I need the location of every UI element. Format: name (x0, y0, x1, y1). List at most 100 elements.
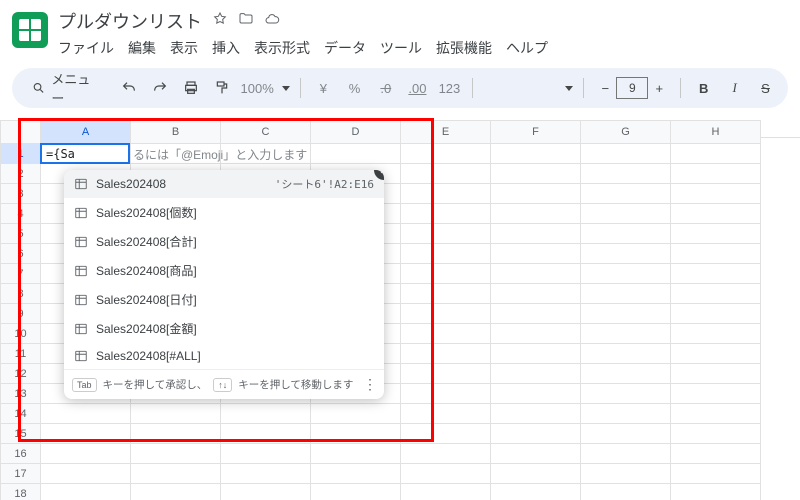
font-size-decrease[interactable]: − (594, 77, 616, 99)
cell-D15[interactable] (311, 424, 401, 444)
row-header-6[interactable]: 6 (1, 244, 41, 264)
cell-G11[interactable] (581, 344, 671, 364)
cell-F10[interactable] (491, 324, 581, 344)
sheets-app-icon[interactable] (12, 12, 48, 48)
col-header-F[interactable]: F (491, 121, 581, 144)
star-icon[interactable] (212, 11, 228, 31)
cell-F16[interactable] (491, 444, 581, 464)
cloud-status-icon[interactable] (264, 11, 280, 31)
cell-A16[interactable] (41, 444, 131, 464)
cell-D18[interactable] (311, 484, 401, 500)
cell-F2[interactable] (491, 164, 581, 184)
cell-E4[interactable] (401, 204, 491, 224)
autocomplete-item[interactable]: Sales202408[金額] (64, 314, 384, 343)
move-icon[interactable] (238, 11, 254, 31)
undo-button[interactable] (117, 75, 142, 101)
cell-G8[interactable] (581, 284, 671, 304)
col-header-C[interactable]: C (221, 121, 311, 144)
cell-E9[interactable] (401, 304, 491, 324)
cell-B14[interactable] (131, 404, 221, 424)
cell-G6[interactable] (581, 244, 671, 264)
italic-button[interactable]: I (722, 75, 747, 101)
cell-F18[interactable] (491, 484, 581, 500)
cell-D17[interactable] (311, 464, 401, 484)
cell-F6[interactable] (491, 244, 581, 264)
row-header-5[interactable]: 5 (1, 224, 41, 244)
cell-E1[interactable] (401, 144, 491, 164)
cell-F4[interactable] (491, 204, 581, 224)
row-header-8[interactable]: 8 (1, 284, 41, 304)
col-header-A[interactable]: A (41, 121, 131, 144)
select-all-corner[interactable] (1, 121, 41, 144)
row-header-14[interactable]: 14 (1, 404, 41, 424)
cell-H7[interactable] (671, 264, 761, 284)
cell-G16[interactable] (581, 444, 671, 464)
decrease-decimal-button[interactable]: .0 (373, 75, 398, 101)
cell-F12[interactable] (491, 364, 581, 384)
cell-C14[interactable] (221, 404, 311, 424)
autocomplete-item[interactable]: Sales202408[日付] (64, 285, 384, 314)
menu-edit[interactable]: 編集 (128, 38, 156, 58)
cell-E6[interactable] (401, 244, 491, 264)
row-header-13[interactable]: 13 (1, 384, 41, 404)
cell-E5[interactable] (401, 224, 491, 244)
cell-H13[interactable] (671, 384, 761, 404)
col-header-E[interactable]: E (401, 121, 491, 144)
zoom-select[interactable]: 100% (241, 81, 290, 96)
row-header-15[interactable]: 15 (1, 424, 41, 444)
cell-C16[interactable] (221, 444, 311, 464)
menu-data[interactable]: データ (324, 38, 366, 58)
menu-format[interactable]: 表示形式 (254, 38, 310, 58)
cell-G7[interactable] (581, 264, 671, 284)
cell-D16[interactable] (311, 444, 401, 464)
cell-H18[interactable] (671, 484, 761, 500)
autocomplete-item[interactable]: Sales202408[商品] (64, 256, 384, 285)
cell-F1[interactable] (491, 144, 581, 164)
cell-B15[interactable] (131, 424, 221, 444)
redo-button[interactable] (148, 75, 173, 101)
cell-G17[interactable] (581, 464, 671, 484)
cell-H17[interactable] (671, 464, 761, 484)
cell-E11[interactable] (401, 344, 491, 364)
cell-H4[interactable] (671, 204, 761, 224)
menu-file[interactable]: ファイル (58, 38, 114, 58)
menu-search[interactable]: メニュー (22, 65, 111, 111)
row-header-10[interactable]: 10 (1, 324, 41, 344)
cell-F13[interactable] (491, 384, 581, 404)
cell-D14[interactable] (311, 404, 401, 424)
font-size-increase[interactable]: + (648, 77, 670, 99)
cell-F7[interactable] (491, 264, 581, 284)
cell-G1[interactable] (581, 144, 671, 164)
cell-H6[interactable] (671, 244, 761, 264)
row-header-2[interactable]: 2 (1, 164, 41, 184)
cell-G4[interactable] (581, 204, 671, 224)
row-header-16[interactable]: 16 (1, 444, 41, 464)
row-header-17[interactable]: 17 (1, 464, 41, 484)
cell-B17[interactable] (131, 464, 221, 484)
menu-view[interactable]: 表示 (170, 38, 198, 58)
cell-E3[interactable] (401, 184, 491, 204)
cell-E8[interactable] (401, 284, 491, 304)
cell-F11[interactable] (491, 344, 581, 364)
cell-F3[interactable] (491, 184, 581, 204)
cell-H5[interactable] (671, 224, 761, 244)
row-header-1[interactable]: 1 (1, 144, 41, 164)
cell-E10[interactable] (401, 324, 491, 344)
print-button[interactable] (179, 75, 204, 101)
cell-E12[interactable] (401, 364, 491, 384)
cell-C17[interactable] (221, 464, 311, 484)
more-icon[interactable]: ⋮ (363, 376, 376, 393)
autocomplete-item[interactable]: Sales202408'シート6'!A2:E16 (64, 170, 384, 198)
cell-H10[interactable] (671, 324, 761, 344)
cell-F5[interactable] (491, 224, 581, 244)
row-header-7[interactable]: 7 (1, 264, 41, 284)
row-header-9[interactable]: 9 (1, 304, 41, 324)
cell-F14[interactable] (491, 404, 581, 424)
cell-G14[interactable] (581, 404, 671, 424)
cell-C18[interactable] (221, 484, 311, 500)
cell-A18[interactable] (41, 484, 131, 500)
cell-B16[interactable] (131, 444, 221, 464)
cell-H9[interactable] (671, 304, 761, 324)
cell-H15[interactable] (671, 424, 761, 444)
cell-A1[interactable]: ={Saるには「@Emoji」と入力します (41, 144, 131, 164)
